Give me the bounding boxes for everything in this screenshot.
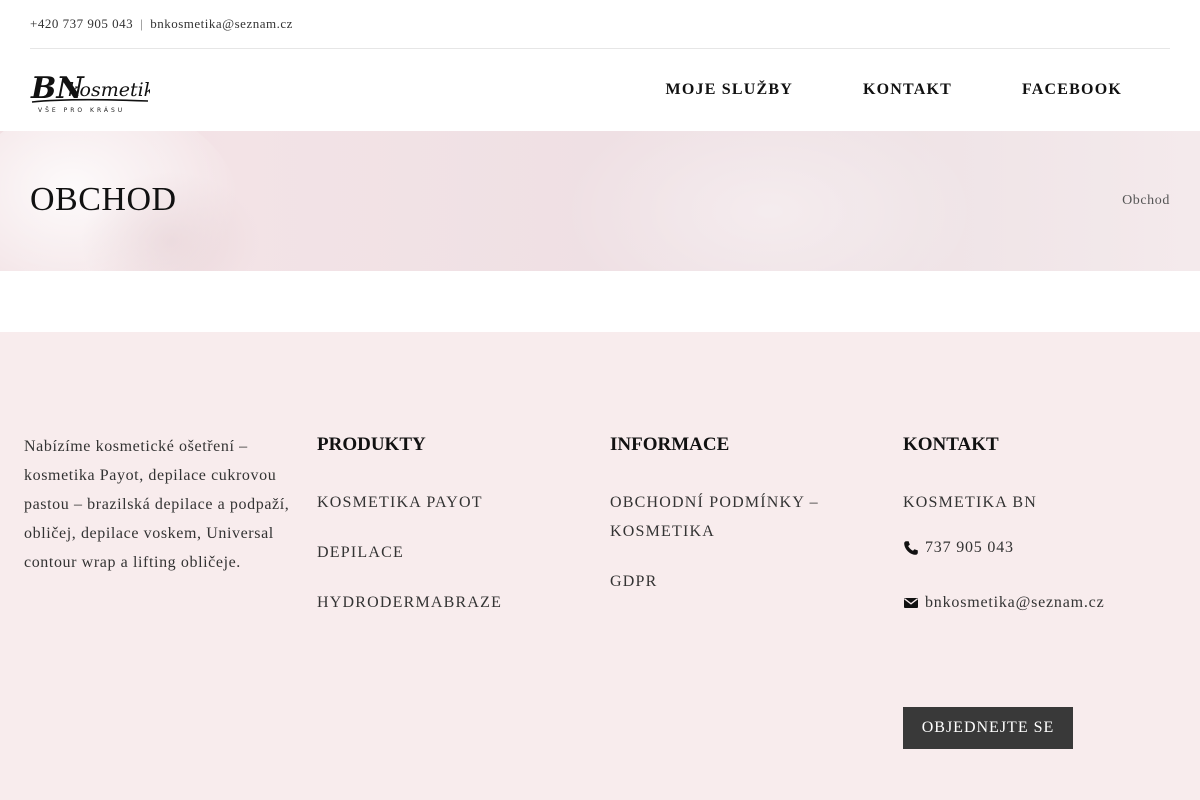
nav-moje-sluzby[interactable]: MOJE SLUŽBY <box>666 81 793 99</box>
svg-text:kosmetika: kosmetika <box>68 79 150 101</box>
footer-link-depilace[interactable]: DEPILACE <box>317 538 587 567</box>
contact-phone-row[interactable]: 737 905 043 <box>903 539 1183 557</box>
topbar-email[interactable]: bnkosmetika@seznam.cz <box>150 16 293 32</box>
footer-info-list: OBCHODNÍ PODMÍNKY – KOSMETIKA GDPR <box>610 488 880 596</box>
topbar-phone[interactable]: +420 737 905 043 <box>30 16 133 32</box>
breadcrumb: Obchod <box>1122 193 1170 208</box>
footer-contact-column: KONTAKT KOSMETIKA BN 737 905 043 bnkosme… <box>903 432 1183 612</box>
footer-about-column: Nabízíme kosmetické ošetření – kosmetika… <box>24 432 304 577</box>
phone-icon <box>903 540 919 556</box>
footer-about-text: Nabízíme kosmetické ošetření – kosmetika… <box>24 438 290 571</box>
site-header: BN kosmetika VŠE PRO KRÁSU MOJE SLUŽBY K… <box>0 49 1200 131</box>
envelope-icon <box>903 595 919 611</box>
footer-info-column: INFORMACE OBCHODNÍ PODMÍNKY – KOSMETIKA … <box>610 432 880 617</box>
nav-facebook[interactable]: FACEBOOK <box>1022 81 1122 99</box>
footer-link-gdpr[interactable]: GDPR <box>610 567 880 596</box>
site-footer: Nabízíme kosmetické ošetření – kosmetika… <box>0 332 1200 800</box>
nav-kontakt[interactable]: KONTAKT <box>863 81 952 99</box>
footer-products-column: PRODUKTY KOSMETIKA PAYOT DEPILACE HYDROD… <box>317 432 587 638</box>
footer-link-kosmetika-payot[interactable]: KOSMETIKA PAYOT <box>317 488 587 517</box>
page-title-bar: OBCHOD Obchod <box>0 131 1200 271</box>
site-logo[interactable]: BN kosmetika VŠE PRO KRÁSU <box>30 65 150 115</box>
contact-business-name: KOSMETIKA BN <box>903 494 1037 511</box>
footer-info-title: INFORMACE <box>610 434 730 455</box>
topbar-separator: | <box>140 16 144 31</box>
svg-text:VŠE PRO KRÁSU: VŠE PRO KRÁSU <box>38 107 125 114</box>
footer-contact-title: KONTAKT <box>903 434 999 455</box>
contact-phone: 737 905 043 <box>925 539 1014 556</box>
footer-products-list: KOSMETIKA PAYOT DEPILACE HYDRODERMABRAZE <box>317 488 587 617</box>
top-bar: +420 737 905 043 | bnkosmetika@seznam.cz <box>30 0 1170 49</box>
page-title: OBCHOD <box>30 181 177 218</box>
main-nav: MOJE SLUŽBY KONTAKT FACEBOOK <box>666 49 1122 131</box>
order-button[interactable]: OBJEDNEJTE SE <box>903 707 1073 749</box>
contact-email: bnkosmetika@seznam.cz <box>925 594 1105 611</box>
footer-link-hydrodermabraze[interactable]: HYDRODERMABRAZE <box>317 588 587 617</box>
contact-email-row[interactable]: bnkosmetika@seznam.cz <box>903 594 1183 612</box>
footer-products-title: PRODUKTY <box>317 434 426 455</box>
logo-mark: BN kosmetika VŠE PRO KRÁSU <box>30 71 150 114</box>
hero-decoration <box>560 131 980 271</box>
footer-link-obchodni-podminky[interactable]: OBCHODNÍ PODMÍNKY – KOSMETIKA <box>610 488 880 546</box>
